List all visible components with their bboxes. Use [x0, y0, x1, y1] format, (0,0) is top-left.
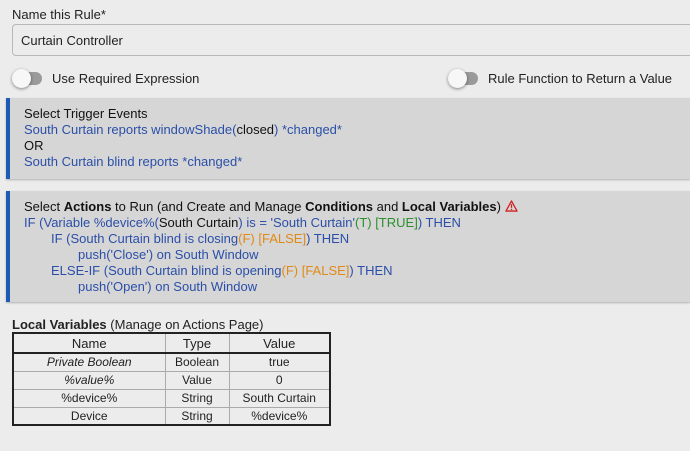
trigger-or: OR: [24, 138, 44, 153]
variable-type: Boolean: [164, 352, 230, 372]
action-line-1: IF (Variable %device%(South Curtain) is …: [24, 215, 461, 230]
variable-value: true: [228, 352, 331, 372]
variable-type: String: [164, 406, 230, 426]
local-variables-title: Local Variables (Manage on Actions Page): [12, 317, 264, 332]
return-value-label: Rule Function to Return a Value: [488, 71, 673, 86]
return-value-toggle[interactable]: [448, 69, 478, 88]
required-expression-label: Use Required Expression: [52, 71, 200, 86]
trigger-events-panel[interactable]: Select Trigger Events South Curtain repo…: [6, 98, 690, 179]
variable-value: %device%: [228, 406, 331, 426]
table-row: %device% String South Curtain: [12, 388, 331, 408]
action-line-2: IF (South Curtain blind is closing(F) [F…: [51, 231, 350, 246]
actions-title: Select Actions to Run (and Create and Ma…: [24, 199, 690, 215]
variable-name: %value%: [12, 370, 166, 390]
warning-triangle-icon: [504, 200, 518, 212]
action-line-3: push('Close') on South Window: [78, 247, 259, 262]
action-line-5: push('Open') on South Window: [78, 279, 258, 294]
actions-panel[interactable]: Select Actions to Run (and Create and Ma…: [6, 191, 690, 302]
column-header-name: Name: [12, 332, 166, 354]
table-header-row: Name Type Value: [12, 332, 331, 354]
rule-name-input[interactable]: [12, 24, 690, 56]
action-line-4: ELSE-IF (South Curtain blind is opening(…: [51, 263, 393, 278]
variable-value: 0: [228, 370, 331, 390]
column-header-value: Value: [228, 332, 331, 354]
trigger-events-title: Select Trigger Events: [24, 106, 148, 121]
table-row: %value% Value 0: [12, 370, 331, 390]
variable-name: Private Boolean: [12, 352, 166, 372]
variable-type: Value: [164, 370, 230, 390]
variable-name: Device: [12, 406, 166, 426]
toggle-knob: [12, 69, 31, 88]
local-variables-table: Name Type Value Private Boolean Boolean …: [12, 332, 331, 426]
rule-name-label: Name this Rule*: [12, 7, 106, 22]
variable-type: String: [164, 388, 230, 408]
table-row: Private Boolean Boolean true: [12, 352, 331, 372]
toggle-knob: [448, 69, 467, 88]
trigger-line-2: South Curtain blind reports *changed*: [24, 154, 243, 169]
table-row: Device String %device%: [12, 406, 331, 426]
required-expression-toggle[interactable]: [12, 69, 42, 88]
trigger-line-1: South Curtain reports windowShade(closed…: [24, 122, 342, 137]
variable-value: South Curtain: [228, 388, 331, 408]
variable-name: %device%: [12, 388, 166, 408]
column-header-type: Type: [164, 332, 230, 354]
